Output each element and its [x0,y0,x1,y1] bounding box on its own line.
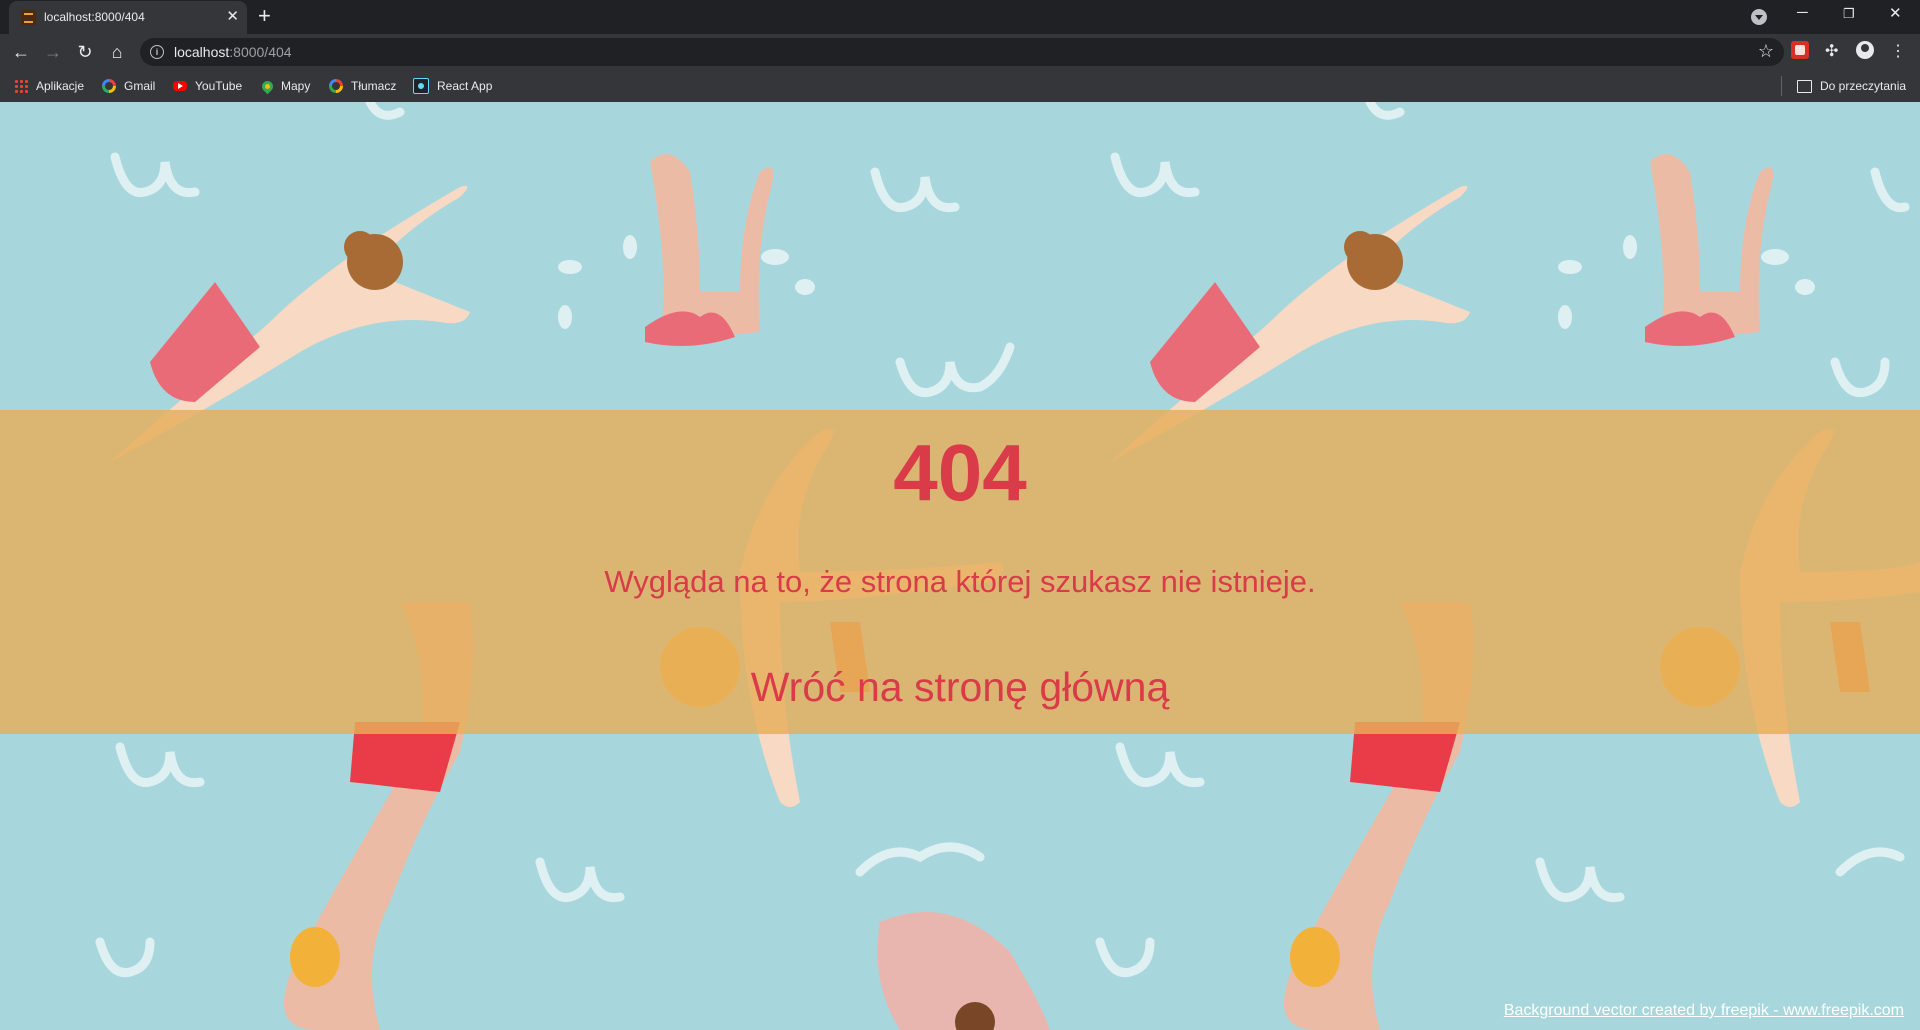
extensions-puzzle-icon[interactable]: ✣ [1825,41,1843,60]
extension-icon[interactable] [1791,41,1809,59]
reading-list-icon [1797,79,1812,93]
home-button[interactable]: ⌂ [105,40,129,64]
bookmark-star-icon[interactable]: ☆ [1758,41,1774,62]
diver-legs-left [645,154,774,346]
page-content: 404 Wygląda na to, że strona której szuk… [0,102,1920,1030]
bookmark-gmail[interactable]: Gmail [102,76,155,96]
tab-search-icon[interactable] [1751,9,1767,25]
close-window-icon[interactable]: ✕ [1889,4,1902,22]
swimmer-bottom-center [877,912,1050,1030]
error-message: Wygląda na to, że strona której szukasz … [604,564,1316,599]
toolbar: ← → ↻ ⌂ i localhost:8000/404 ☆ [0,34,1920,70]
bookmark-youtube[interactable]: YouTube [173,76,242,96]
background-credit-link[interactable]: Background vector created by freepik - w… [1504,1002,1904,1020]
back-button[interactable]: ← [9,40,33,64]
apps-grid-icon [14,79,28,93]
address-bar[interactable]: i localhost:8000/404 ☆ [140,38,1784,66]
diver-legs-right [1645,154,1774,346]
reload-button[interactable]: ↻ [73,40,97,64]
forward-button[interactable]: → [41,40,65,64]
bookmark-react-app[interactable]: React App [413,76,492,96]
restore-icon[interactable]: ❐ [1843,6,1855,22]
bookmark-translate[interactable]: Tłumacz [329,76,396,96]
tab-strip: localhost:8000/404 ✕ + ─ ❐ ✕ [0,0,1920,34]
google-icon [102,79,116,93]
menu-kebab-icon[interactable]: ⋮ [1890,41,1908,60]
browser-chrome: localhost:8000/404 ✕ + ─ ❐ ✕ ← → ↻ ⌂ i l… [0,0,1920,102]
react-icon [413,78,429,94]
bookmark-maps[interactable]: Mapy [259,76,310,96]
back-to-home-link[interactable]: Wróć na stronę główną [0,662,1920,712]
google-icon [329,79,343,93]
url-text[interactable]: localhost:8000/404 [174,44,292,60]
minimize-icon[interactable]: ─ [1797,4,1808,21]
close-tab-icon[interactable]: ✕ [226,8,239,26]
new-tab-button[interactable]: + [258,4,271,28]
profile-avatar-icon[interactable] [1856,41,1874,59]
tab-title: localhost:8000/404 [44,10,145,24]
error-code-heading: 404 [893,428,1027,517]
bookmark-apps[interactable]: Aplikacje [14,76,84,96]
bookmarks-divider [1781,76,1782,96]
youtube-icon [173,81,187,91]
bookmarks-bar: Aplikacje Gmail YouTube Mapy Tłumacz Rea… [0,70,1920,102]
active-tab[interactable]: localhost:8000/404 ✕ [9,1,247,34]
reading-list-button[interactable]: Do przeczytania [1797,76,1906,96]
maps-pin-icon [259,78,276,94]
site-info-icon[interactable]: i [150,45,164,59]
site-favicon-icon [21,10,36,25]
